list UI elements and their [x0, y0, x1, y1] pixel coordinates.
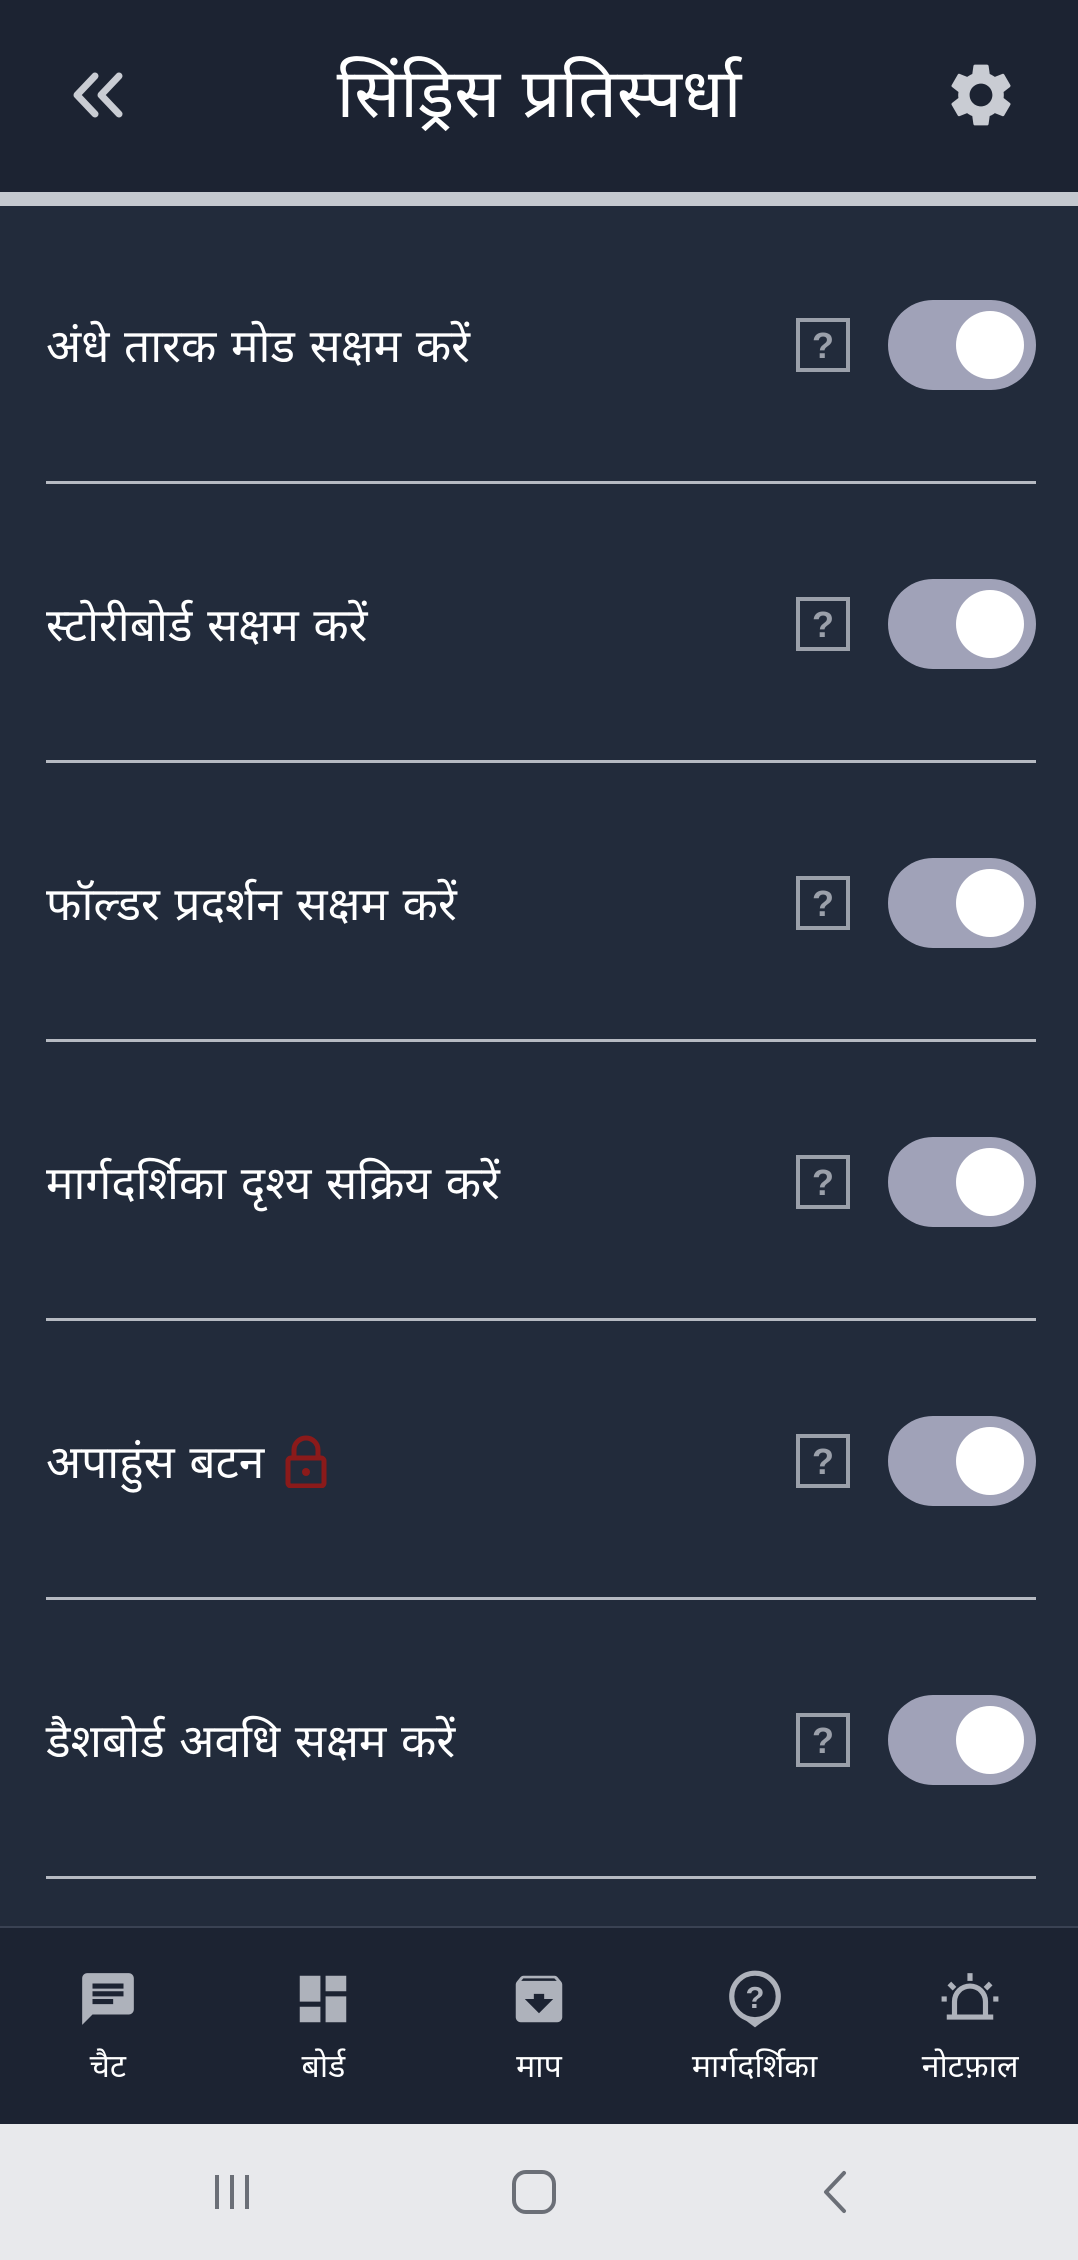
nav-label: माप: [516, 2047, 562, 2085]
setting-row: फॉल्डर प्रदर्शन सक्षम करें ?: [46, 764, 1036, 1042]
back-chevron-icon: [824, 2171, 846, 2213]
archive-download-icon: [508, 1968, 570, 2030]
toggle-knob: [956, 1148, 1024, 1216]
setting-label: अंधे तारक मोड सक्षम करें: [46, 206, 470, 484]
help-icon[interactable]: ?: [796, 876, 850, 930]
setting-row: डैशबोर्ड अवधि सक्षम करें ?: [46, 1601, 1036, 1879]
setting-label: डैशबोर्ड अवधि सक्षम करें: [46, 1601, 455, 1879]
dashboard-icon: [292, 1968, 354, 2030]
bottom-navigation: चैट बोर्ड माप ? मार्गदर्शिका नोटफ़ाल: [0, 1926, 1078, 2124]
siren-icon: [939, 1968, 1001, 2030]
help-icon[interactable]: ?: [796, 1155, 850, 1209]
nav-item-measure[interactable]: माप: [431, 1928, 647, 2124]
nav-label: बोर्ड: [301, 2047, 346, 2085]
back-button[interactable]: [58, 56, 136, 134]
toggle-knob: [956, 590, 1024, 658]
setting-label: अपाहुंस बटन: [46, 1322, 328, 1600]
back-nav-button[interactable]: [804, 2160, 868, 2224]
setting-row: मार्गदर्शिका दृश्य सक्रिय करें ?: [46, 1043, 1036, 1321]
home-button[interactable]: [502, 2160, 566, 2224]
setting-label: फॉल्डर प्रदर्शन सक्षम करें: [46, 764, 457, 1042]
setting-label-text: अपाहुंस बटन: [46, 1435, 265, 1489]
setting-toggle[interactable]: [888, 1137, 1036, 1227]
svg-text:?: ?: [745, 1980, 764, 2015]
setting-label-text: फॉल्डर प्रदर्शन सक्षम करें: [46, 877, 457, 931]
svg-text:?: ?: [812, 1720, 834, 1761]
setting-row: अंधे तारक मोड सक्षम करें ?: [46, 206, 1036, 484]
recent-apps-icon: [215, 2175, 249, 2209]
nav-item-board[interactable]: बोर्ड: [216, 1928, 432, 2124]
recent-apps-button[interactable]: [200, 2160, 264, 2224]
setting-toggle[interactable]: [888, 1695, 1036, 1785]
nav-label: चैट: [89, 2047, 127, 2085]
setting-label-text: स्टोरीबोर्ड सक्षम करें: [46, 598, 368, 652]
help-icon[interactable]: ?: [796, 597, 850, 651]
setting-row: स्टोरीबोर्ड सक्षम करें ?: [46, 485, 1036, 763]
setting-toggle[interactable]: [888, 579, 1036, 669]
nav-item-guide[interactable]: ? मार्गदर्शिका: [647, 1928, 863, 2124]
nav-label: नोटफ़ाल: [921, 2047, 1019, 2085]
help-circle-icon: ?: [724, 1968, 786, 2030]
home-icon: [512, 2170, 556, 2214]
chat-icon: [77, 1968, 139, 2030]
setting-toggle[interactable]: [888, 1416, 1036, 1506]
setting-row: अपाहुंस बटन ?: [46, 1322, 1036, 1600]
setting-toggle[interactable]: [888, 300, 1036, 390]
double-chevron-left-icon: [73, 72, 123, 118]
toggle-knob: [956, 1427, 1024, 1495]
nav-item-emergency[interactable]: नोटफ़ाल: [862, 1928, 1078, 2124]
lock-icon: [284, 1434, 328, 1488]
setting-label-text: डैशबोर्ड अवधि सक्षम करें: [46, 1714, 456, 1768]
svg-text:?: ?: [812, 1441, 834, 1482]
gear-icon: [951, 64, 1011, 126]
svg-text:?: ?: [812, 325, 834, 366]
app-header: सिंड्रिस प्रतिस्पर्धा: [0, 0, 1078, 192]
help-icon[interactable]: ?: [796, 1434, 850, 1488]
help-icon[interactable]: ?: [796, 1713, 850, 1767]
settings-button[interactable]: [940, 54, 1022, 136]
setting-label-text: मार्गदर्शिका दृश्य सक्रिय करें: [46, 1156, 500, 1210]
setting-label-text: अंधे तारक मोड सक्षम करें: [46, 319, 470, 373]
setting-label: मार्गदर्शिका दृश्य सक्रिय करें: [46, 1043, 500, 1321]
toggle-knob: [956, 311, 1024, 379]
svg-text:?: ?: [812, 604, 834, 645]
setting-toggle[interactable]: [888, 858, 1036, 948]
help-icon[interactable]: ?: [796, 318, 850, 372]
toggle-knob: [956, 869, 1024, 937]
nav-item-chat[interactable]: चैट: [0, 1928, 216, 2124]
nav-label: मार्गदर्शिका: [691, 2047, 818, 2085]
system-navigation-bar: [0, 2124, 1078, 2260]
svg-text:?: ?: [812, 1162, 834, 1203]
header-divider: [0, 192, 1078, 206]
toggle-knob: [956, 1706, 1024, 1774]
page-title: सिंड्रिस प्रतिस्पर्धा: [336, 55, 742, 134]
setting-label: स्टोरीबोर्ड सक्षम करें: [46, 485, 367, 763]
svg-text:?: ?: [812, 883, 834, 924]
